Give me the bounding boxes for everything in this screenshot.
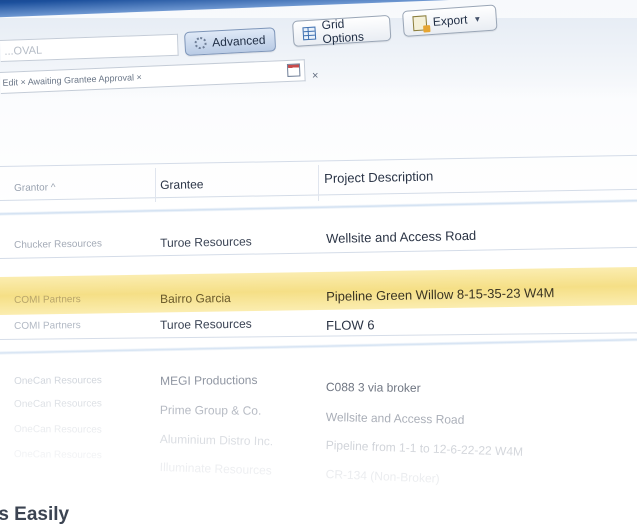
data-grid: Grantor ^ Grantee Project Description Ch… — [0, 0, 637, 525]
row-3-grantee: Turoe Resources — [160, 316, 252, 332]
row-1-grantor: Chucker Resources — [14, 238, 102, 251]
row-3-description: FLOW 6 — [326, 317, 375, 333]
row-5-grantor: OneCan Resources — [14, 398, 102, 410]
row-2-grantee: Bairro Garcia — [160, 291, 231, 306]
tagline-text: ts Easily — [0, 504, 70, 525]
group-separator — [0, 337, 637, 355]
row-4-grantor: OneCan Resources — [14, 375, 102, 387]
row-7-grantee: Illuminate Resources — [159, 460, 273, 478]
row-7-grantor: OneCan Resources — [13, 449, 102, 462]
row-6-description: Pipeline from 1-1 to 12-6-22-22 W4M — [325, 438, 524, 459]
row-5-grantee: Prime Group & Co. — [159, 403, 262, 418]
row-1-grantee: Turoe Resources — [160, 234, 252, 250]
column-divider — [155, 168, 156, 202]
row-1-description: Wellsite and Access Road — [326, 227, 477, 246]
group-separator — [0, 198, 637, 216]
app-window: ...OVAL Advanced Grid Options Export ▼ E… — [0, 0, 637, 525]
row-5-description: Wellsite and Access Road — [325, 410, 465, 427]
column-header-grantee[interactable]: Grantee — [160, 177, 204, 192]
row-4-grantee: MEGI Productions — [160, 372, 258, 388]
row-6-grantee: Aluminium Distro Inc. — [159, 432, 274, 449]
row-3-grantor: COMI Partners — [14, 320, 81, 332]
column-header-grantor[interactable]: Grantor ^ — [14, 182, 56, 194]
row-2-grantor: COMI Partners — [14, 294, 81, 306]
column-header-description[interactable]: Project Description — [324, 169, 433, 186]
row-6-grantor: OneCan Resources — [13, 424, 102, 436]
row-7-description: CR-134 (Non-Broker) — [325, 467, 440, 486]
column-divider — [318, 165, 319, 201]
row-4-description: C088 3 via broker — [325, 380, 421, 395]
